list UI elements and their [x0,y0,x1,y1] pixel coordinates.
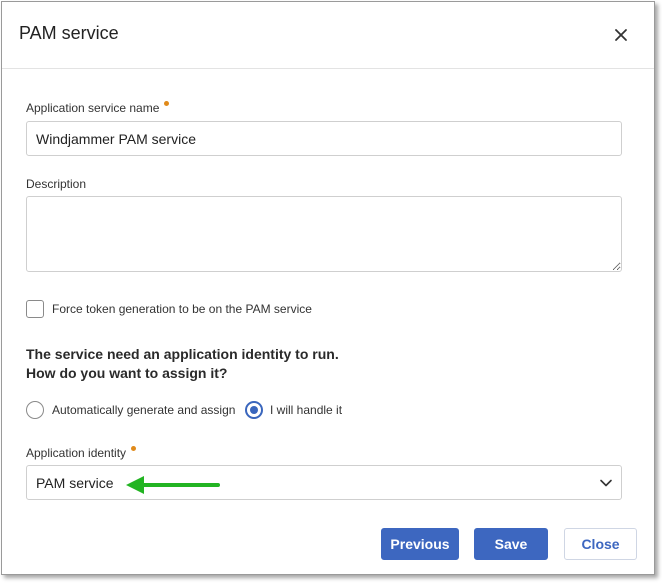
handle-it-label[interactable]: I will handle it [270,403,342,417]
previous-button[interactable]: Previous [381,528,459,560]
close-button[interactable]: Close [564,528,637,560]
identity-question-line1: The service need an application identity… [26,346,339,362]
description-label: Description [26,177,87,191]
app-identity-value: PAM service [36,475,114,491]
chevron-down-icon [599,476,613,490]
save-button[interactable]: Save [474,528,548,560]
required-indicator [131,446,137,451]
radio-selected-dot [250,406,258,414]
pam-service-dialog: PAM service Application service name Des… [1,1,655,575]
app-identity-label-text: Application identity [26,446,127,460]
required-indicator [164,101,170,106]
description-textarea[interactable] [26,196,622,272]
dialog-title: PAM service [19,23,119,43]
dialog-header: PAM service [2,2,654,69]
close-icon[interactable] [610,24,632,46]
app-identity-select[interactable]: PAM service [26,465,622,500]
auto-generate-label[interactable]: Automatically generate and assign [52,403,235,417]
service-name-label-text: Application service name [26,101,160,115]
force-token-label: Force token generation to be on the PAM … [52,302,312,316]
service-name-label: Application service name [26,101,170,115]
service-name-input[interactable] [26,121,622,156]
auto-generate-radio[interactable] [26,401,44,419]
app-identity-label: Application identity [26,446,137,460]
force-token-checkbox[interactable] [26,300,44,318]
arrow-left-icon [126,475,220,495]
handle-it-radio[interactable] [245,401,263,419]
identity-question-line2: How do you want to assign it? [26,365,228,381]
